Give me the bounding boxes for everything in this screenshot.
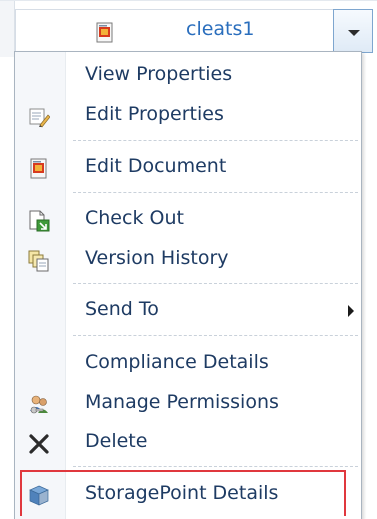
menu-separator (73, 140, 358, 141)
menu-item-version-history[interactable]: Version History (15, 241, 361, 279)
menu-item-storagepoint-details[interactable]: StoragePoint Details (15, 476, 361, 514)
check-out-icon (28, 210, 50, 232)
delete-icon (28, 433, 50, 455)
edit-document-icon (28, 158, 50, 180)
menu-item-label: Check Out (85, 207, 184, 229)
menu-separator (73, 335, 358, 336)
title-cell[interactable]: cleats1 (15, 9, 333, 53)
menu-item-view-properties[interactable]: View Properties (15, 57, 361, 95)
menu-separator (73, 192, 358, 193)
menu-item-label: Send To (85, 298, 159, 320)
menu-item-delete[interactable]: Delete (15, 424, 361, 462)
menu-item-manage-permissions[interactable]: Manage Permissions (15, 385, 361, 423)
manage-permissions-icon (28, 394, 50, 416)
row-selector[interactable] (0, 1, 15, 57)
menu-item-label: View Properties (85, 63, 233, 85)
document-icon (96, 22, 116, 48)
menu-item-label: Edit Document (85, 155, 227, 177)
menu-item-check-out[interactable]: Check Out (15, 201, 361, 239)
menu-item-edit-document[interactable]: Edit Document (15, 149, 361, 187)
sharepoint-context-menu-screen: cleats1 View Properties Edit Properties … (0, 0, 377, 519)
menu-item-label: Edit Properties (85, 103, 224, 125)
menu-separator (73, 466, 358, 467)
menu-separator (73, 283, 358, 284)
edit-properties-icon (28, 106, 51, 128)
storagepoint-icon (28, 485, 50, 507)
version-history-icon (28, 250, 50, 272)
menu-item-edit-properties[interactable]: Edit Properties (15, 97, 361, 135)
menu-item-send-to[interactable]: Send To (15, 292, 361, 330)
list-item-row: cleats1 (0, 0, 377, 57)
menu-item-label: Version History (85, 247, 229, 269)
menu-item-compliance-details[interactable]: Compliance Details (15, 345, 361, 383)
menu-item-label: Manage Permissions (85, 391, 279, 413)
menu-item-label: Compliance Details (85, 351, 269, 373)
chevron-down-icon (348, 30, 360, 36)
menu-item-label: StoragePoint Details (85, 482, 279, 504)
item-title-link[interactable]: cleats1 (186, 18, 255, 40)
menu-item-label: Delete (85, 430, 148, 452)
item-context-menu: View Properties Edit Properties Edit Doc… (14, 51, 362, 519)
chevron-right-icon (348, 305, 354, 317)
item-dropdown-button[interactable] (333, 9, 373, 53)
